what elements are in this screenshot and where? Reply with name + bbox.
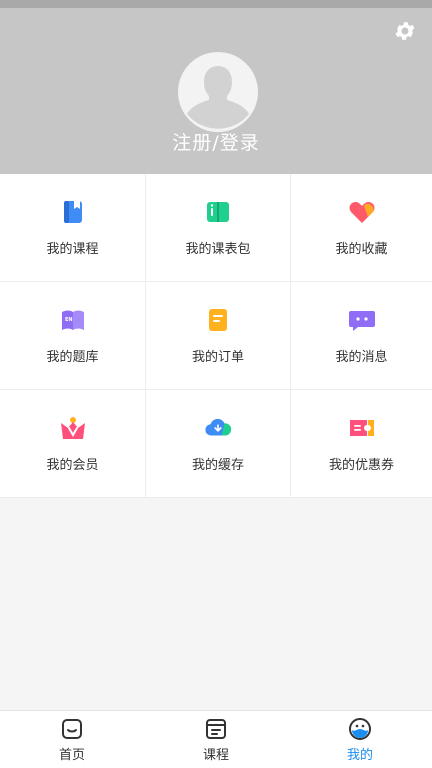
question-bank-icon: EN	[59, 306, 87, 334]
menu-item-label: 我的课程	[46, 242, 99, 257]
home-icon	[60, 717, 84, 741]
tab-label: 我的	[346, 747, 373, 763]
vip-crown-icon	[59, 414, 87, 442]
login-register-link[interactable]: 注册/登录	[0, 128, 432, 155]
bottom-tab-bar: 首页 课程 我的	[0, 710, 432, 768]
profile-header: 注册/登录	[0, 8, 432, 174]
menu-item-my-membership[interactable]: 我的会员	[0, 390, 146, 498]
menu-item-label: 我的订单	[191, 350, 244, 365]
tab-mine[interactable]: 我的	[288, 711, 432, 768]
tab-courses[interactable]: 课程	[144, 711, 288, 768]
user-silhouette-icon	[187, 66, 249, 129]
menu-item-label: 我的题库	[46, 350, 99, 365]
gear-icon	[395, 22, 415, 40]
tab-label: 首页	[58, 747, 85, 763]
menu-item-my-messages[interactable]: 我的消息	[291, 282, 432, 390]
course-book-icon	[59, 198, 87, 226]
tab-home[interactable]: 首页	[0, 711, 144, 768]
menu-item-my-schedule-pack[interactable]: 我的课表包	[146, 174, 291, 282]
cloud-download-icon	[204, 414, 232, 442]
schedule-book-icon	[204, 198, 232, 226]
menu-item-label: 我的消息	[335, 350, 388, 365]
coupon-icon	[348, 414, 376, 442]
menu-item-my-cache[interactable]: 我的缓存	[146, 390, 291, 498]
menu-item-label: 我的课表包	[185, 242, 251, 257]
menu-item-my-favorites[interactable]: 我的收藏	[291, 174, 432, 282]
svg-text:EN: EN	[65, 317, 73, 323]
avatar[interactable]	[178, 52, 258, 132]
course-icon	[204, 717, 228, 741]
message-icon	[348, 306, 376, 334]
menu-item-label: 我的会员	[46, 458, 99, 473]
order-icon	[204, 306, 232, 334]
menu-item-my-orders[interactable]: 我的订单	[146, 282, 291, 390]
mine-icon	[348, 717, 372, 741]
menu-item-label: 我的优惠券	[328, 458, 394, 473]
status-bar	[0, 0, 432, 8]
menu-item-my-courses[interactable]: 我的课程	[0, 174, 146, 282]
menu-item-label: 我的收藏	[335, 242, 388, 257]
tab-label: 课程	[202, 747, 229, 763]
menu-item-my-question-bank[interactable]: EN 我的题库	[0, 282, 146, 390]
menu-grid: 我的课程 我的课表包 我的收藏 EN 我的题库 我的订单 我的消息 我的会员 我…	[0, 174, 432, 498]
menu-item-label: 我的缓存	[191, 458, 244, 473]
menu-item-my-coupons[interactable]: 我的优惠券	[291, 390, 432, 498]
settings-button[interactable]	[392, 18, 418, 44]
heart-icon	[348, 198, 376, 226]
